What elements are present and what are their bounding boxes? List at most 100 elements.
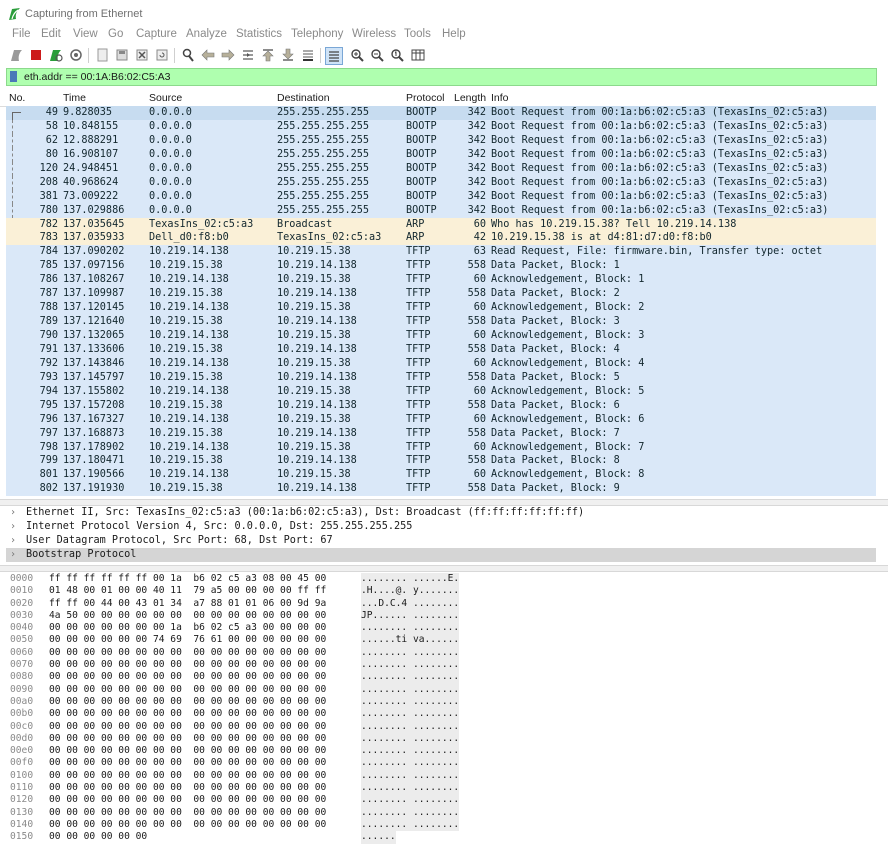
bytes-ascii[interactable]: ........ ........ [361,794,460,807]
display-filter-input[interactable]: eth.addr == 00:1A:B6:02:C5:A3 [24,71,171,83]
bytes-offset[interactable]: 0010 [10,585,33,597]
column-header-source[interactable]: Source [149,92,182,104]
go-forward-icon[interactable] [220,47,236,63]
save-icon[interactable] [114,47,130,63]
bytes-offset[interactable]: 0130 [10,807,33,819]
packet-row[interactable]: 790 137.132065 10.219.14.138 10.219.15.38 TF… [6,329,876,343]
bytes-offset[interactable]: 0120 [10,794,33,806]
bytes-ascii[interactable]: ........ ........ [361,720,460,733]
bytes-hex[interactable]: ff ff 00 44 00 43 01 34 a7 88 01 01 06 0… [49,598,326,610]
bytes-offset[interactable]: 00b0 [10,708,33,720]
bytes-ascii[interactable]: JP...... ........ [361,609,460,623]
bytes-hex[interactable]: 4a 50 00 00 00 00 00 00 00 00 00 00 00 0… [49,610,326,622]
close-file-icon[interactable] [134,47,150,63]
bytes-ascii[interactable]: ........ ........ [361,806,460,819]
menu-go[interactable]: Go [108,28,123,40]
bytes-offset[interactable]: 0140 [10,819,33,831]
bytes-offset[interactable]: 00f0 [10,757,33,769]
bytes-hex[interactable]: 00 00 00 00 00 00 00 00 00 00 00 00 00 0… [49,647,326,659]
bytes-offset[interactable]: 0020 [10,598,33,610]
bytes-ascii[interactable]: ......ti va...... [361,634,460,647]
bytes-hex[interactable]: 00 00 00 00 00 00 [49,831,147,843]
bytes-ascii[interactable]: ...... [361,831,396,844]
column-header-protocol[interactable]: Protocol [406,92,445,104]
column-header-destination[interactable]: Destination [277,92,330,104]
packet-row[interactable]: 49 9.828035 0.0.0.0 255.255.255.255 BOOTP 342… [6,106,876,120]
packet-row[interactable]: 62 12.888291 0.0.0.0 255.255.255.255 BOOTP 34… [6,133,876,148]
first-packet-icon[interactable] [260,47,276,63]
menu-edit[interactable]: Edit [41,28,61,40]
bytes-hex[interactable]: 00 00 00 00 00 00 00 00 00 00 00 00 00 0… [49,807,326,819]
bytes-hex[interactable]: 00 00 00 00 00 00 00 00 00 00 00 00 00 0… [49,794,326,806]
bytes-hex[interactable]: 00 00 00 00 00 00 00 00 00 00 00 00 00 0… [49,659,326,671]
bytes-ascii[interactable]: ...D.C.4 ........ [361,597,460,610]
details-tree-item[interactable]: › Bootstrap Protocol [6,548,876,562]
bytes-ascii[interactable]: ........ ........ [361,769,460,783]
bytes-offset[interactable]: 00a0 [10,696,33,708]
packet-row[interactable]: 801 137.190566 10.219.14.138 10.219.15.38 TF… [6,468,876,483]
autoscroll-icon[interactable] [300,47,316,63]
menu-view[interactable]: View [73,28,98,40]
bytes-hex[interactable]: ff ff ff ff ff ff 00 1a b6 02 c5 a3 08 0… [49,573,326,585]
bytes-ascii[interactable]: ........ ........ [361,646,460,660]
packet-row[interactable]: 787 137.109987 10.219.15.38 10.219.14.138 TF… [6,287,876,302]
packet-row[interactable]: 793 137.145797 10.219.15.38 10.219.14.138 TF… [6,370,876,385]
packet-row[interactable]: 794 137.155802 10.219.14.138 10.219.15.38 TF… [6,384,876,399]
go-back-icon[interactable] [200,47,216,63]
bytes-offset[interactable]: 0030 [10,610,33,622]
bytes-offset[interactable]: 0110 [10,782,33,794]
bytes-ascii[interactable]: ........ ........ [361,782,460,795]
packet-row[interactable]: 782 137.035645 TexasIns_02:c5:a3 Broadcast A… [6,217,876,232]
menu-help[interactable]: Help [442,28,466,40]
bytes-hex[interactable]: 00 00 00 00 00 00 00 00 00 00 00 00 00 0… [49,721,326,733]
pane-splitter[interactable] [0,499,888,506]
packet-row[interactable]: 80 16.908107 0.0.0.0 255.255.255.255 BOOTP 34… [6,147,876,162]
bytes-hex[interactable]: 00 00 00 00 00 00 00 00 00 00 00 00 00 0… [49,684,326,696]
go-to-packet-icon[interactable] [240,47,256,63]
column-header-info[interactable]: Info [491,92,509,104]
bytes-hex[interactable]: 00 00 00 00 00 00 74 69 76 61 00 00 00 0… [49,634,326,646]
packet-row[interactable]: 784 137.090202 10.219.14.138 10.219.15.38 TF… [6,245,876,260]
menu-statistics[interactable]: Statistics [236,28,282,40]
bytes-ascii[interactable]: ........ ........ [361,708,460,721]
packet-row[interactable]: 785 137.097156 10.219.15.38 10.219.14.138 TF… [6,259,876,274]
bytes-offset[interactable]: 0060 [10,647,33,659]
column-header-time[interactable]: Time [63,92,86,104]
open-file-icon[interactable] [94,47,110,63]
bytes-offset[interactable]: 0100 [10,770,33,782]
bytes-offset[interactable]: 00e0 [10,745,33,757]
bytes-offset[interactable]: 0090 [10,684,33,696]
bytes-hex[interactable]: 00 00 00 00 00 00 00 00 00 00 00 00 00 0… [49,819,326,831]
details-tree-item[interactable]: › Ethernet II, Src: TexasIns_02:c5:a3 (00… [6,506,876,520]
packet-row[interactable]: 799 137.180471 10.219.15.38 10.219.14.138 TF… [6,454,876,469]
menu-capture[interactable]: Capture [136,28,177,40]
menu-file[interactable]: File [12,28,31,40]
bytes-offset[interactable]: 00c0 [10,721,33,733]
packet-row[interactable]: 791 137.133606 10.219.15.38 10.219.14.138 TF… [6,342,876,357]
normal-size-icon[interactable] [389,47,405,63]
bytes-offset[interactable]: 00d0 [10,733,33,745]
last-packet-icon[interactable] [280,47,296,63]
packet-row[interactable]: 381 73.009222 0.0.0.0 255.255.255.255 BOOTP 3… [6,189,876,204]
shark-fin-start-icon[interactable] [9,47,25,63]
packet-row[interactable]: 789 137.121640 10.219.15.38 10.219.14.138 TF… [6,315,876,329]
pane-splitter[interactable] [0,565,888,572]
menu-wireless[interactable]: Wireless [352,28,396,40]
bytes-hex[interactable]: 00 00 00 00 00 00 00 00 00 00 00 00 00 0… [49,708,326,720]
packet-row[interactable]: 797 137.168873 10.219.15.38 10.219.14.138 TF… [6,426,876,441]
bytes-ascii[interactable]: ........ ........ [361,622,460,635]
restart-icon[interactable] [48,47,64,63]
bytes-ascii[interactable]: ........ ........ [361,671,460,684]
bytes-offset[interactable]: 0150 [10,831,33,843]
bytes-hex[interactable]: 00 00 00 00 00 00 00 00 00 00 00 00 00 0… [49,671,326,683]
bytes-hex[interactable]: 00 00 00 00 00 00 00 00 00 00 00 00 00 0… [49,757,326,769]
bytes-offset[interactable]: 0070 [10,659,33,671]
packet-row[interactable]: 208 40.968624 0.0.0.0 255.255.255.255 BOOTP 3… [6,175,876,190]
stop-icon[interactable] [28,47,44,63]
display-filter-bar[interactable]: eth.addr == 00:1A:B6:02:C5:A3 [6,68,877,86]
packet-row[interactable]: 802 137.191930 10.219.15.38 10.219.14.138 TF… [6,482,876,497]
colorize-icon[interactable] [325,47,343,65]
bytes-ascii[interactable]: ........ ........ [361,732,460,746]
zoom-out-icon[interactable] [369,47,385,63]
bytes-ascii[interactable]: ........ ........ [361,659,460,672]
